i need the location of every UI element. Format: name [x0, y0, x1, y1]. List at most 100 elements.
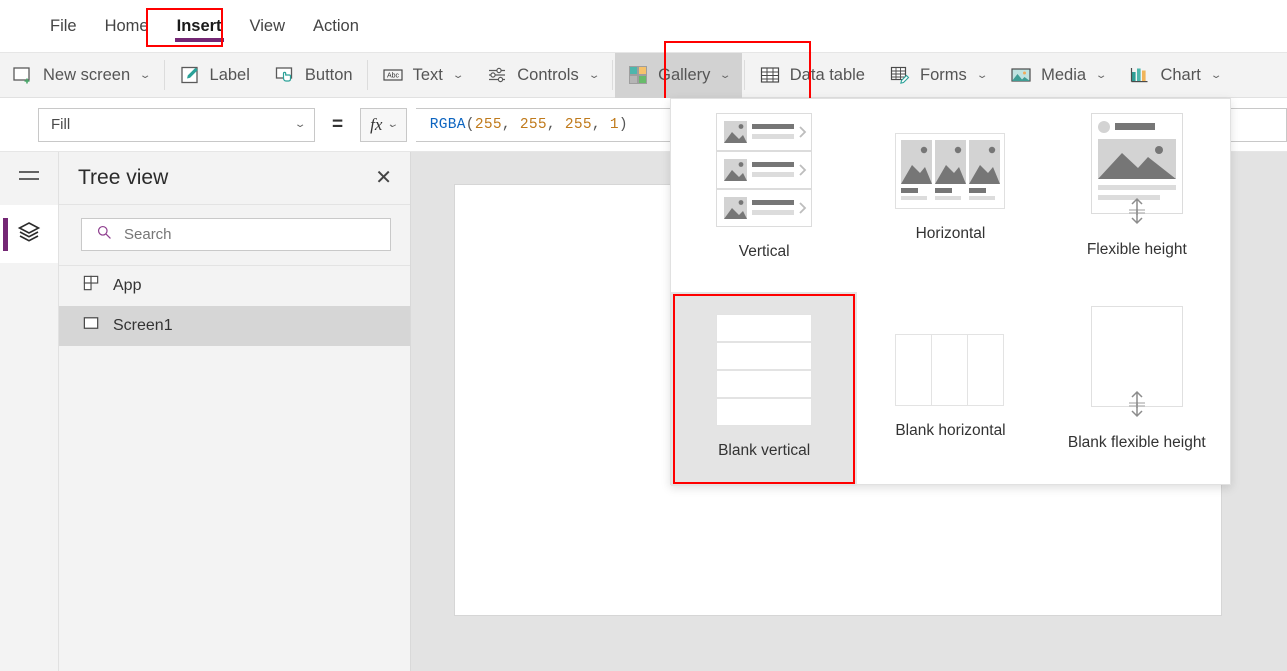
- ribbon-button-label: New screen: [43, 65, 131, 84]
- chevron-down-icon: ⌄: [386, 119, 399, 130]
- flexible-height-gallery-art: [1087, 113, 1187, 230]
- gallery-option-blank-flexible-height[interactable]: Blank flexible height: [1044, 292, 1230, 486]
- ribbon-button-label-text: Gallery: [658, 65, 711, 84]
- chevron-down-icon: ⌄: [975, 69, 989, 81]
- tree-row-app[interactable]: App: [59, 266, 410, 306]
- button-icon: [274, 64, 296, 86]
- search-icon: [96, 224, 113, 246]
- menu-bar: File Home Insert View Action: [0, 0, 1287, 53]
- gallery-option-label: Blank flexible height: [1067, 434, 1206, 451]
- menu-item-home[interactable]: Home: [91, 11, 163, 42]
- gallery-flyout-menu: Vertical Horizontal Flexible height Blan…: [670, 98, 1231, 486]
- property-select[interactable]: Fill ⌄: [38, 107, 315, 142]
- menu-item-label: Insert: [176, 16, 222, 35]
- gallery-option-flexible-height[interactable]: Flexible height: [1044, 99, 1230, 292]
- tree-view-title: Tree view: [78, 166, 169, 189]
- svg-text:Abc: Abc: [387, 73, 400, 80]
- gallery-option-label: Vertical: [738, 243, 790, 260]
- menu-item-file[interactable]: File: [36, 11, 91, 42]
- ribbon-button-label-text: Media: [1041, 65, 1087, 84]
- ribbon-button-label-text: Button: [304, 65, 353, 84]
- data-table-icon: [759, 64, 781, 86]
- layers-tree-view-icon: [16, 219, 42, 250]
- gallery-option-label: Blank vertical: [718, 442, 811, 459]
- menu-item-action[interactable]: Action: [299, 11, 373, 42]
- search-placeholder: Search: [124, 226, 172, 243]
- gallery-option-label: Blank horizontal: [895, 422, 1006, 439]
- ribbon-button-new-screen[interactable]: New screen ⌄: [0, 53, 162, 98]
- chart-bars-icon: [1129, 64, 1151, 86]
- menu-item-view[interactable]: View: [236, 11, 299, 42]
- new-screen-icon: [12, 64, 34, 86]
- chevron-down-icon: ⌄: [587, 69, 601, 81]
- ribbon-button-media[interactable]: Media ⌄: [998, 53, 1117, 98]
- ribbon-button-label-text: Forms: [919, 65, 967, 84]
- chevron-down-icon: ⌄: [1209, 69, 1223, 81]
- equals-sign: =: [332, 113, 344, 135]
- menu-item-label: Home: [104, 16, 149, 35]
- menu-item-label: Action: [313, 16, 359, 35]
- gallery-option-vertical[interactable]: Vertical: [671, 99, 857, 292]
- menu-item-label: View: [249, 16, 286, 35]
- ribbon-divider: [163, 60, 165, 90]
- left-rail: [0, 152, 59, 671]
- ribbon-button-controls[interactable]: Controls ⌄: [474, 53, 610, 98]
- chevron-down-icon: ⌄: [451, 69, 465, 81]
- gallery-option-label: Flexible height: [1086, 241, 1187, 258]
- chevron-down-icon: ⌄: [139, 69, 152, 81]
- blank-flexible-height-gallery-art: [1087, 306, 1187, 423]
- tree-view-panel: Tree view ✕ Search App Screen1: [59, 152, 411, 671]
- menu-item-label: File: [50, 16, 77, 35]
- forms-icon: [889, 64, 911, 86]
- ribbon-button-label-text: Label: [209, 65, 250, 84]
- ribbon-button-label[interactable]: Label: [167, 53, 262, 98]
- ribbon-button-gallery[interactable]: Gallery ⌄: [615, 52, 742, 98]
- ribbon-divider: [612, 60, 614, 90]
- fx-button[interactable]: fx ⌄: [360, 107, 407, 142]
- ribbon-button-data-table[interactable]: Data table: [747, 53, 877, 98]
- hamburger-menu-icon: [16, 167, 42, 190]
- gallery-grid-icon: [627, 64, 649, 86]
- horizontal-gallery-art: [895, 113, 1006, 214]
- tree-view-header: Tree view ✕: [59, 152, 410, 205]
- ribbon-button-label-text: Data table: [789, 65, 865, 84]
- blank-vertical-gallery-art: [716, 306, 813, 431]
- rail-item-tree-view[interactable]: [0, 205, 58, 263]
- power-apps-studio: File Home Insert View Action New screen: [0, 0, 1287, 671]
- ribbon-button-label-text: Controls: [517, 65, 579, 84]
- tree-row-screen1[interactable]: Screen1: [59, 306, 410, 346]
- ribbon-button-forms[interactable]: Forms ⌄: [877, 53, 998, 98]
- fx-label: fx: [370, 114, 383, 134]
- app-icon: [82, 274, 101, 298]
- active-tab-underline: [174, 37, 224, 42]
- ribbon-button-text[interactable]: Abc Text ⌄: [370, 53, 475, 98]
- search-input[interactable]: Search: [81, 218, 391, 251]
- tree-row-label: Screen1: [113, 317, 173, 334]
- media-image-icon: [1010, 64, 1032, 86]
- ribbon-button-button[interactable]: Button: [262, 53, 365, 98]
- gallery-option-blank-vertical[interactable]: Blank vertical: [671, 292, 858, 486]
- label-icon: [179, 64, 201, 86]
- controls-sliders-icon: [486, 64, 508, 86]
- screen-icon: [82, 314, 101, 338]
- ribbon-button-label-text: Text: [412, 65, 443, 84]
- ribbon-divider: [366, 60, 368, 90]
- ribbon-divider: [743, 60, 745, 90]
- ribbon-button-label-text: Chart: [1160, 65, 1201, 84]
- chevron-down-icon: ⌄: [293, 119, 307, 130]
- vertical-gallery-art: [716, 113, 813, 232]
- hamburger-menu-button[interactable]: [0, 152, 58, 205]
- gallery-option-blank-horizontal[interactable]: Blank horizontal: [857, 292, 1043, 486]
- chevron-down-icon: ⌄: [719, 69, 732, 81]
- tree-row-label: App: [113, 277, 142, 294]
- formula-text: RGBA(255, 255, 255, 1): [429, 116, 628, 133]
- close-icon[interactable]: ✕: [375, 168, 392, 188]
- text-abc-icon: Abc: [382, 64, 404, 86]
- gallery-option-horizontal[interactable]: Horizontal: [857, 99, 1043, 292]
- ribbon-button-chart[interactable]: Chart ⌄: [1117, 53, 1232, 98]
- gallery-option-label: Horizontal: [915, 225, 986, 242]
- property-select-value: Fill: [51, 116, 71, 133]
- insert-ribbon: New screen ⌄ Label Button Abc Text ⌄ Con…: [0, 52, 1287, 98]
- menu-item-insert[interactable]: Insert: [163, 11, 236, 42]
- blank-horizontal-gallery-art: [895, 306, 1005, 411]
